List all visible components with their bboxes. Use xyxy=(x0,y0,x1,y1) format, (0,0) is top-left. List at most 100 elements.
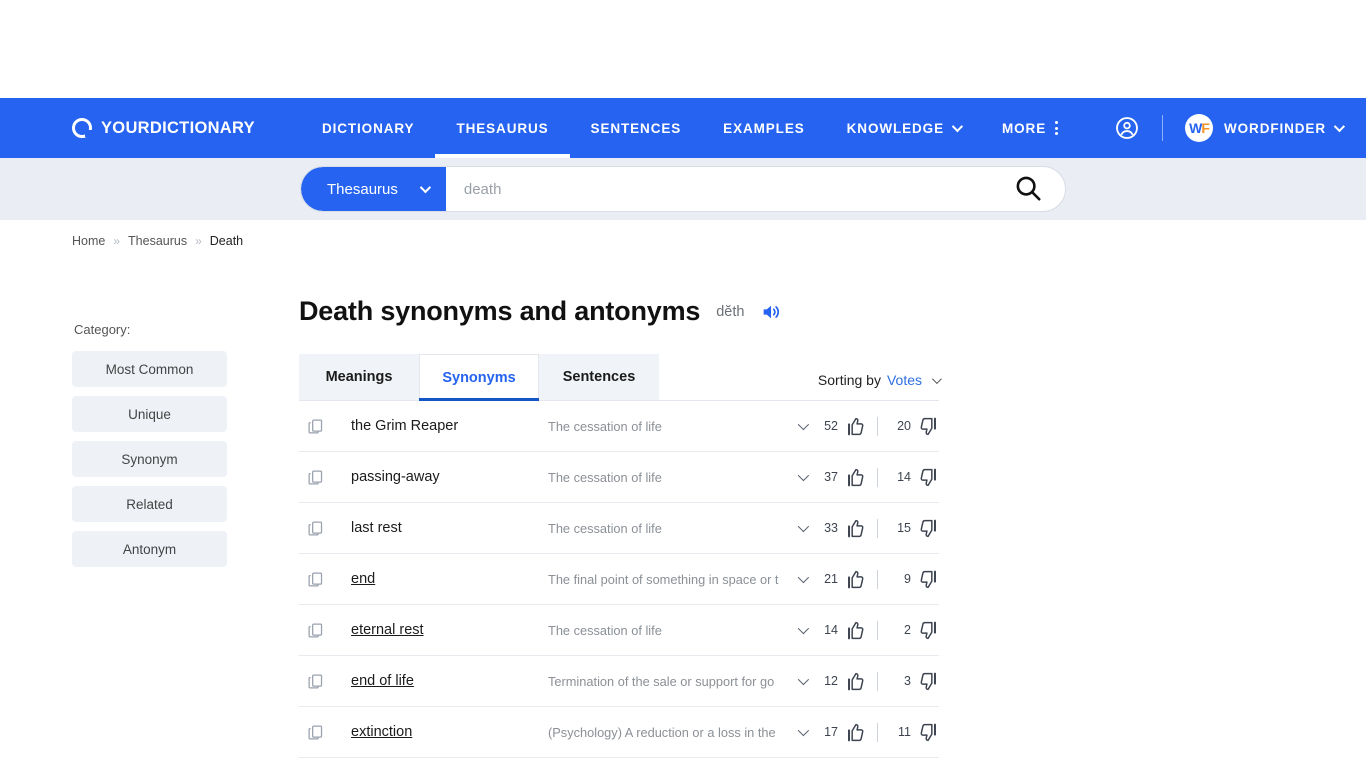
synonym-term[interactable]: end xyxy=(351,571,536,587)
nav-item-dictionary[interactable]: DICTIONARY xyxy=(301,98,436,158)
upvote-group[interactable]: 17 xyxy=(816,722,866,743)
copy-icon[interactable] xyxy=(307,622,329,639)
search-input[interactable] xyxy=(445,167,1005,211)
synonym-row-end-of-life: end of life Termination of the sale or s… xyxy=(299,656,939,707)
upvote-group[interactable]: 33 xyxy=(816,518,866,539)
nav-item-thesaurus[interactable]: THESAURUS xyxy=(435,98,570,158)
downvote-group[interactable]: 2 xyxy=(889,620,939,641)
account-circle-icon[interactable] xyxy=(1114,115,1140,141)
downvote-group[interactable]: 20 xyxy=(889,416,939,437)
thumbs-down-icon[interactable] xyxy=(918,722,939,743)
upvote-count: 21 xyxy=(824,572,838,586)
synonym-term[interactable]: the Grim Reaper xyxy=(351,418,536,434)
logo-mark-icon xyxy=(72,118,92,138)
thumbs-up-icon[interactable] xyxy=(845,671,866,692)
copy-icon[interactable] xyxy=(307,724,329,741)
synonym-definition: Termination of the sale or support for g… xyxy=(548,673,775,689)
sidebar-item-most-common[interactable]: Most Common xyxy=(72,351,227,387)
upvote-group[interactable]: 12 xyxy=(816,671,866,692)
synonym-term[interactable]: last rest xyxy=(351,520,536,536)
breadcrumb-item-home[interactable]: Home xyxy=(72,234,105,248)
downvote-group[interactable]: 11 xyxy=(889,722,939,743)
upvote-group[interactable]: 21 xyxy=(816,569,866,590)
nav-item-examples[interactable]: EXAMPLES xyxy=(702,98,825,158)
nav-item-more[interactable]: MORE xyxy=(981,98,1079,158)
sidebar-item-antonym[interactable]: Antonym xyxy=(72,531,227,567)
expand-row-chevron-down-icon[interactable] xyxy=(788,673,816,686)
sidebar-item-unique[interactable]: Unique xyxy=(72,396,227,432)
nav-right-group: WF WORDFINDER xyxy=(1114,114,1346,142)
expand-row-chevron-down-icon[interactable] xyxy=(788,724,816,737)
downvote-count: 20 xyxy=(897,419,911,433)
vertical-dots-icon xyxy=(1055,121,1059,135)
brand-name: YOURDICTIONARY xyxy=(101,118,255,137)
speaker-icon[interactable] xyxy=(760,301,782,323)
expand-row-chevron-down-icon[interactable] xyxy=(788,622,816,635)
vote-divider xyxy=(877,620,878,640)
nav-item-label: DICTIONARY xyxy=(321,120,415,136)
downvote-count: 9 xyxy=(904,572,911,586)
wordfinder-label[interactable]: WORDFINDER xyxy=(1224,121,1326,136)
nav-item-knowledge[interactable]: KNOWLEDGE xyxy=(826,98,981,158)
downvote-group[interactable]: 14 xyxy=(889,467,939,488)
synonym-term[interactable]: end of life xyxy=(351,673,536,689)
thumbs-up-icon[interactable] xyxy=(845,467,866,488)
copy-icon[interactable] xyxy=(307,520,329,537)
copy-icon[interactable] xyxy=(307,673,329,690)
thumbs-up-icon[interactable] xyxy=(845,569,866,590)
expand-row-chevron-down-icon[interactable] xyxy=(788,520,816,533)
thumbs-down-icon[interactable] xyxy=(918,620,939,641)
sort-control[interactable]: Sorting by Votes xyxy=(818,372,942,400)
search-scope-dropdown[interactable]: Thesaurus xyxy=(301,167,446,211)
top-ad-strip xyxy=(0,0,1366,98)
thumbs-down-icon[interactable] xyxy=(918,518,939,539)
copy-icon[interactable] xyxy=(307,469,329,486)
tab-bar: Meanings Synonyms Sentences Sorting by V… xyxy=(299,354,942,401)
nav-item-label: THESAURUS xyxy=(456,120,549,136)
wordfinder-logo-icon[interactable]: WF xyxy=(1185,114,1213,142)
thumbs-down-icon[interactable] xyxy=(918,416,939,437)
tab-synonyms[interactable]: Synonyms xyxy=(419,354,539,401)
thumbs-up-icon[interactable] xyxy=(845,722,866,743)
upvote-group[interactable]: 37 xyxy=(816,467,866,488)
tab-meanings[interactable]: Meanings xyxy=(299,354,419,400)
synonym-row-end: end The final point of something in spac… xyxy=(299,554,939,605)
chevron-down-icon[interactable] xyxy=(1333,120,1346,133)
downvote-group[interactable]: 9 xyxy=(889,569,939,590)
thumbs-up-icon[interactable] xyxy=(845,416,866,437)
nav-item-sentences[interactable]: SENTENCES xyxy=(570,98,703,158)
synonym-definition: The cessation of life xyxy=(548,469,662,485)
breadcrumb-item-thesaurus[interactable]: Thesaurus xyxy=(128,234,187,248)
vote-divider xyxy=(877,569,878,589)
thumbs-down-icon[interactable] xyxy=(918,569,939,590)
expand-row-chevron-down-icon[interactable] xyxy=(788,469,816,482)
sidebar-item-label: Synonym xyxy=(121,451,178,467)
downvote-count: 14 xyxy=(897,470,911,484)
expand-row-chevron-down-icon[interactable] xyxy=(788,418,816,431)
synonym-term[interactable]: eternal rest xyxy=(351,622,536,638)
thumbs-up-icon[interactable] xyxy=(845,620,866,641)
chevron-down-icon xyxy=(931,373,942,384)
tab-sentences[interactable]: Sentences xyxy=(539,354,659,400)
search-bar: Thesaurus xyxy=(300,166,1066,212)
upvote-group[interactable]: 14 xyxy=(816,620,866,641)
thumbs-down-icon[interactable] xyxy=(918,671,939,692)
site-logo[interactable]: YOURDICTIONARY xyxy=(72,118,255,138)
category-label: Category: xyxy=(74,322,131,337)
search-submit-button[interactable] xyxy=(1005,167,1065,211)
synonym-term[interactable]: extinction xyxy=(351,724,536,740)
sidebar-item-related[interactable]: Related xyxy=(72,486,227,522)
copy-icon[interactable] xyxy=(307,418,329,435)
thumbs-down-icon[interactable] xyxy=(918,467,939,488)
wordfinder-mark-w: W xyxy=(1189,120,1202,136)
downvote-group[interactable]: 15 xyxy=(889,518,939,539)
sidebar-item-synonym[interactable]: Synonym xyxy=(72,441,227,477)
synonym-term[interactable]: passing-away xyxy=(351,469,536,485)
category-sidebar: Category: Most Common Unique Synonym Rel… xyxy=(72,248,227,768)
upvote-group[interactable]: 52 xyxy=(816,416,866,437)
copy-icon[interactable] xyxy=(307,571,329,588)
downvote-group[interactable]: 3 xyxy=(889,671,939,692)
thumbs-up-icon[interactable] xyxy=(845,518,866,539)
page-title: Death synonyms and antonyms xyxy=(299,296,701,326)
expand-row-chevron-down-icon[interactable] xyxy=(788,571,816,584)
